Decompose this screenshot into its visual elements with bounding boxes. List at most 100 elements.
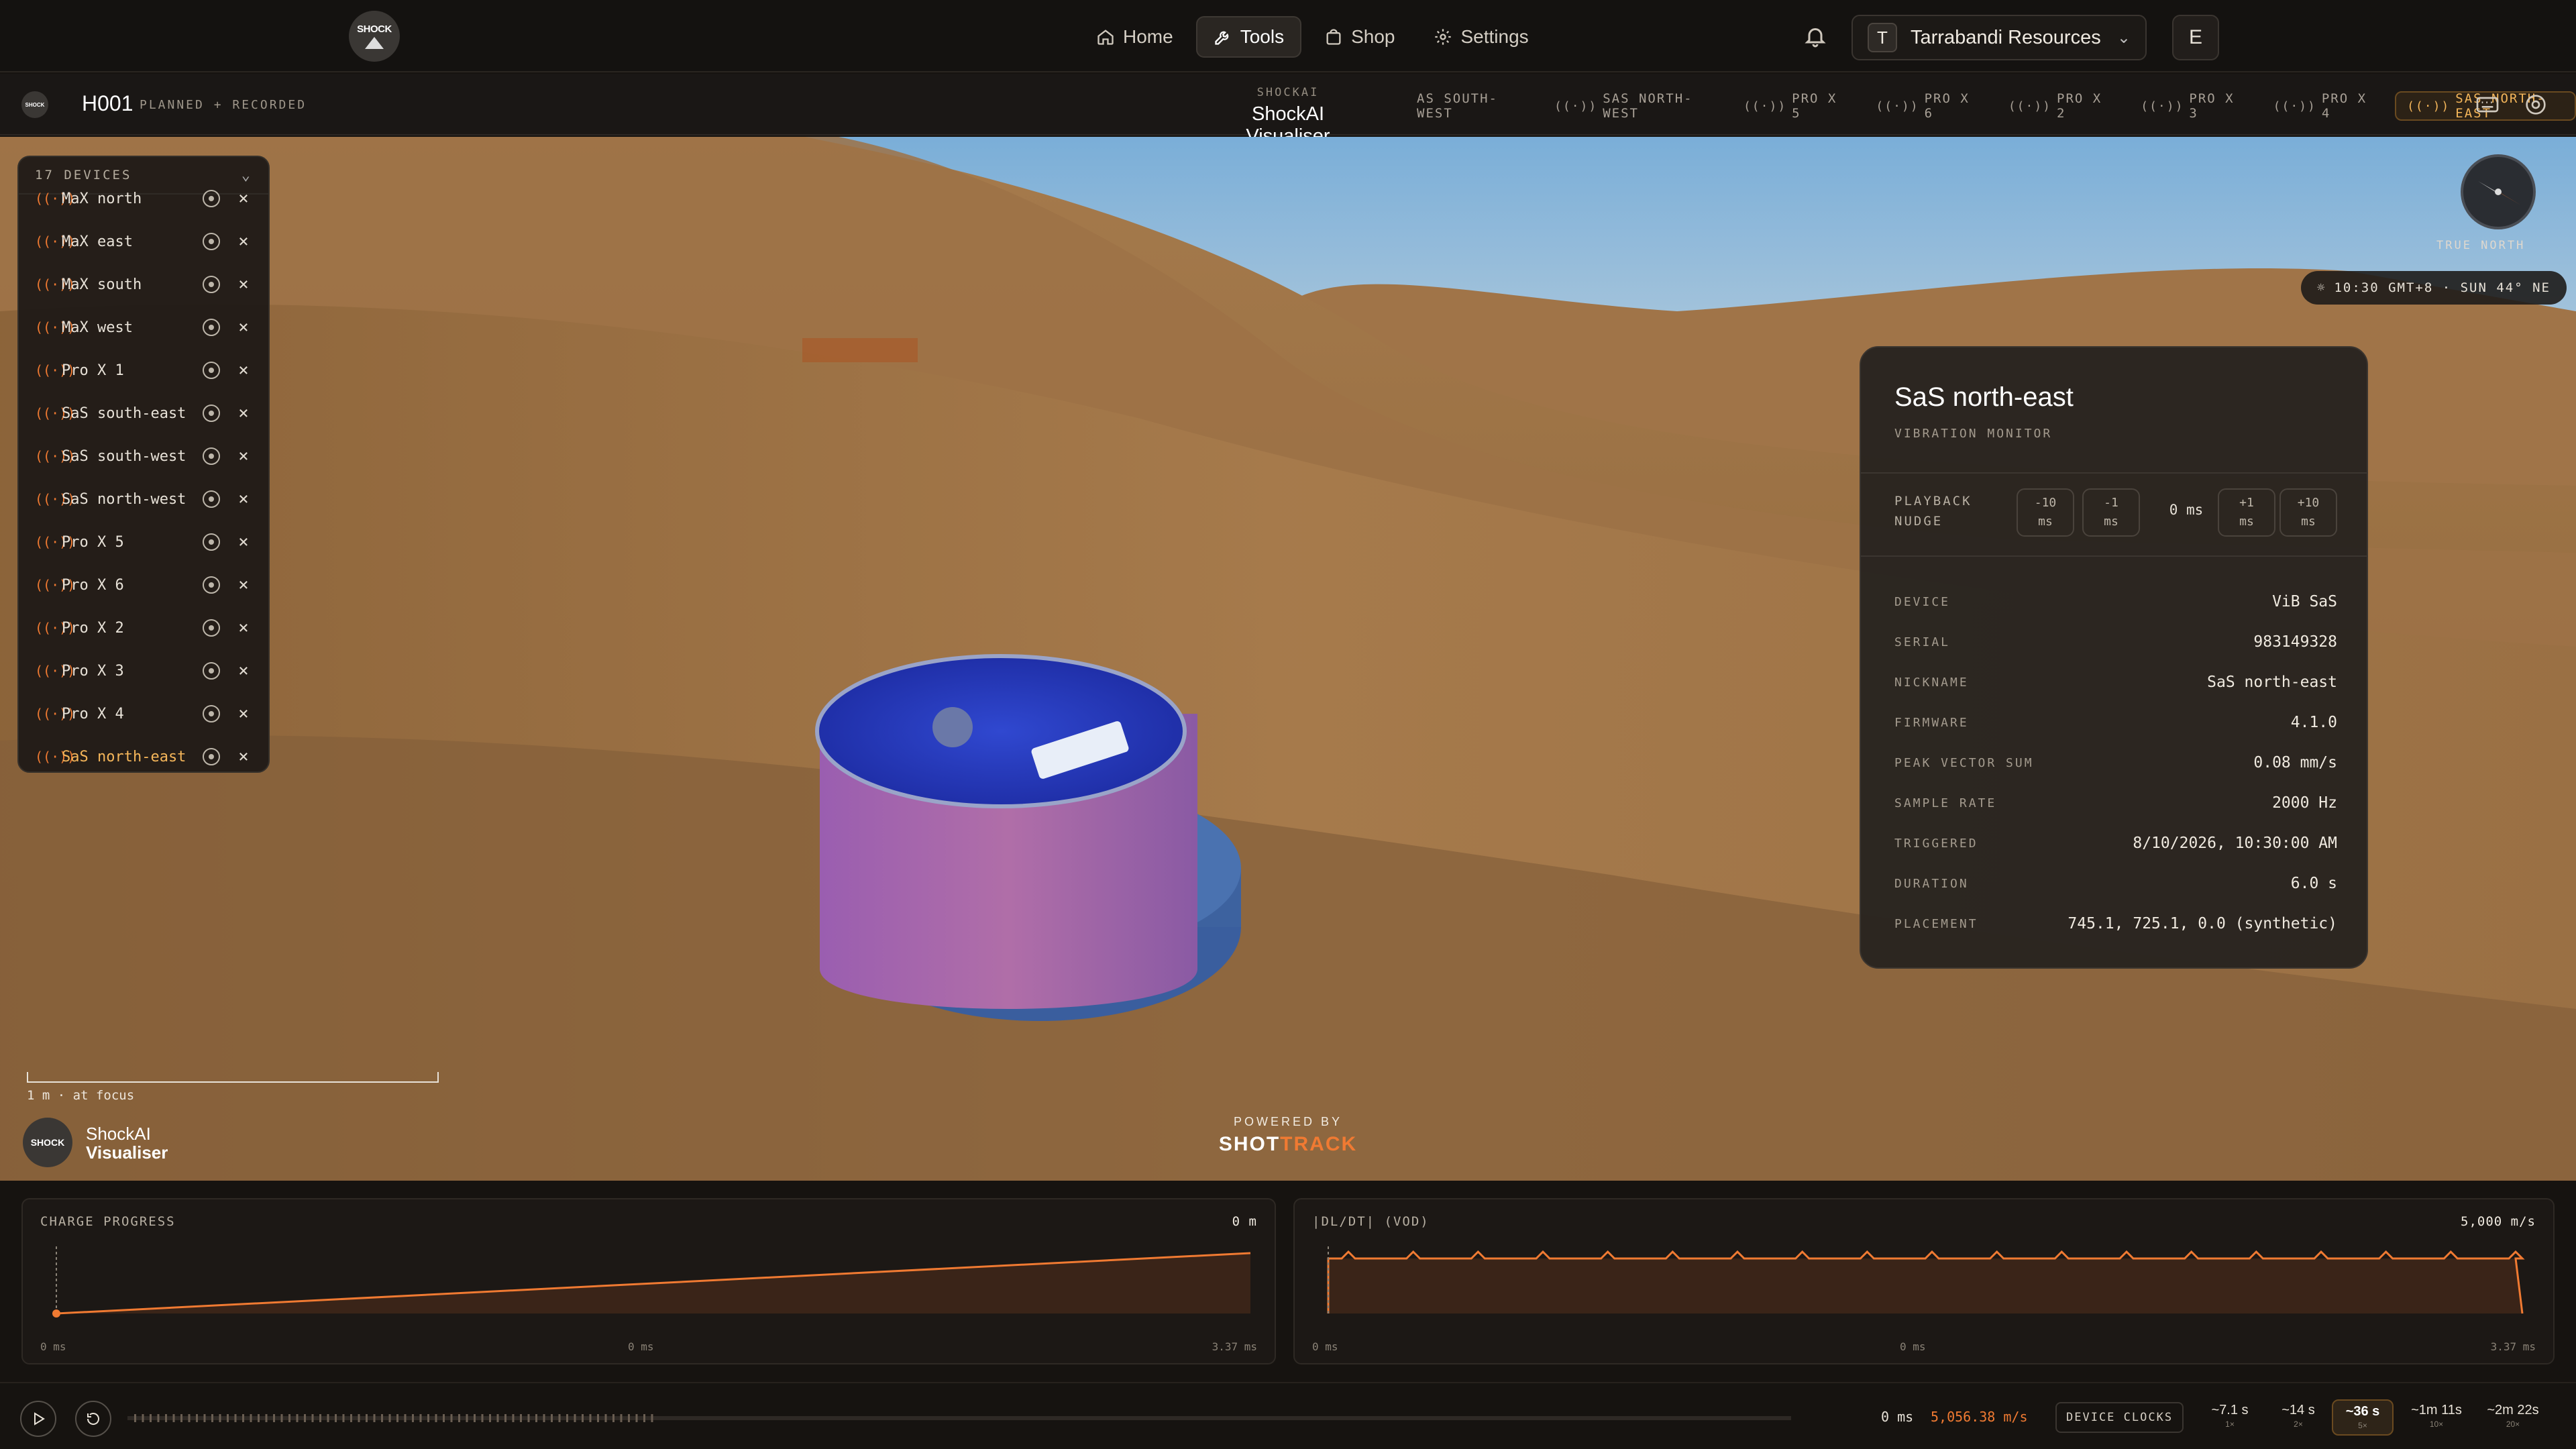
close-icon[interactable]: × bbox=[235, 532, 252, 552]
device-row[interactable]: ((·)) Pro X 3 × bbox=[19, 649, 268, 692]
device-clocks-button[interactable]: DEVICE CLOCKS bbox=[2055, 1402, 2184, 1433]
target-icon[interactable] bbox=[203, 405, 220, 422]
compass-label: TRUE NORTH bbox=[2436, 239, 2526, 252]
target-icon[interactable] bbox=[203, 619, 220, 637]
field-firmware: FIRMWARE 4.1.0 bbox=[1894, 714, 2337, 731]
device-tab[interactable]: ((·)) PRO X 5 bbox=[1733, 91, 1854, 121]
org-switcher[interactable]: T Tarrabandi Resources ⌄ bbox=[1851, 15, 2147, 60]
device-name: Pro X 2 bbox=[62, 619, 124, 637]
device-row[interactable]: ((·)) Pro X 2 × bbox=[19, 606, 268, 649]
speed-option-20x[interactable]: ~2m 22s 20× bbox=[2482, 1399, 2544, 1436]
speed-option-10x[interactable]: ~1m 11s 10× bbox=[2406, 1399, 2467, 1436]
device-row[interactable]: ((·)) Pro X 6 × bbox=[19, 564, 268, 606]
close-icon[interactable]: × bbox=[235, 618, 252, 638]
close-icon[interactable]: × bbox=[235, 446, 252, 466]
target-icon[interactable] bbox=[203, 319, 220, 336]
nudge-plus-1-button[interactable]: +1 ms bbox=[2218, 488, 2275, 537]
nav-shop[interactable]: Shop bbox=[1308, 16, 1411, 58]
tick-label: 0 ms bbox=[1900, 1340, 1926, 1353]
device-row[interactable]: ((·)) SaS south-west × bbox=[19, 435, 268, 478]
device-tab[interactable]: ((·)) PRO X 2 bbox=[1998, 91, 2119, 121]
close-icon[interactable]: × bbox=[235, 661, 252, 681]
device-row[interactable]: ((·)) Pro X 5 × bbox=[19, 521, 268, 564]
shockai-logo: SHOCK bbox=[23, 1118, 72, 1167]
device-row[interactable]: ((·)) MaX north × bbox=[19, 177, 268, 220]
close-icon[interactable]: × bbox=[235, 274, 252, 294]
device-row[interactable]: ((·)) SaS south-east × bbox=[19, 392, 268, 435]
speed-option-1x[interactable]: ~7.1 s 1× bbox=[2199, 1399, 2261, 1436]
nudge-minus-10-button[interactable]: -10 ms bbox=[2017, 488, 2074, 537]
target-icon[interactable] bbox=[203, 447, 220, 465]
close-icon[interactable]: × bbox=[235, 231, 252, 252]
radio-wave-icon: ((·)) bbox=[1743, 99, 1787, 113]
target-icon[interactable] bbox=[203, 233, 220, 250]
timeline-scrubber[interactable] bbox=[127, 1410, 1791, 1426]
nav-settings[interactable]: Settings bbox=[1417, 16, 1544, 58]
device-tab[interactable]: ((·)) PRO X 3 bbox=[2130, 91, 2251, 121]
close-icon[interactable]: × bbox=[235, 189, 252, 209]
close-icon[interactable]: × bbox=[235, 575, 252, 595]
close-icon[interactable]: × bbox=[235, 403, 252, 423]
close-icon[interactable]: × bbox=[235, 704, 252, 724]
speed-option-2x[interactable]: ~14 s 2× bbox=[2267, 1399, 2329, 1436]
shock-logo[interactable]: SHOCK bbox=[349, 11, 400, 62]
nav-tools[interactable]: Tools bbox=[1195, 16, 1302, 58]
device-row[interactable]: ((·)) MaX south × bbox=[19, 263, 268, 306]
close-icon[interactable]: × bbox=[235, 360, 252, 380]
radio-wave-icon: ((·)) bbox=[1876, 99, 1919, 113]
device-row[interactable]: ((·)) Pro X 1 × bbox=[19, 349, 268, 392]
target-icon[interactable] bbox=[203, 190, 220, 207]
target-icon[interactable] bbox=[203, 576, 220, 594]
close-icon[interactable]: × bbox=[235, 489, 252, 509]
keyboard-icon[interactable] bbox=[2474, 91, 2501, 118]
chevron-down-icon: ⌄ bbox=[2116, 28, 2131, 47]
bell-icon[interactable] bbox=[1803, 24, 1827, 48]
nudge-plus-10-button[interactable]: +10 ms bbox=[2279, 488, 2337, 537]
target-icon[interactable] bbox=[203, 533, 220, 551]
charge-progress-chart: CHARGE PROGRESS 0 m 0 ms 0 ms 3.37 ms bbox=[21, 1198, 1276, 1364]
org-name: Tarrabandi Resources bbox=[1911, 26, 2101, 48]
device-row[interactable]: ((·)) Pro X 4 × bbox=[19, 692, 268, 735]
scale-bar bbox=[27, 1072, 439, 1083]
target-icon[interactable] bbox=[203, 362, 220, 379]
tick-label: 0 ms bbox=[628, 1340, 654, 1353]
field-sample-rate: SAMPLE RATE 2000 Hz bbox=[1894, 794, 2337, 812]
home-icon bbox=[1097, 30, 1114, 45]
radio-wave-icon: ((·)) bbox=[35, 491, 76, 507]
play-button[interactable] bbox=[20, 1401, 56, 1437]
device-tab[interactable]: AS SOUTH-WEST bbox=[1406, 91, 1533, 121]
job-status: PLANNED + RECORDED bbox=[140, 98, 307, 112]
target-icon[interactable] bbox=[203, 705, 220, 722]
target-icon[interactable] bbox=[203, 490, 220, 508]
device-row[interactable]: ((·)) MaX east × bbox=[19, 220, 268, 263]
device-tab[interactable]: ((·)) PRO X 4 bbox=[2263, 91, 2384, 121]
radio-wave-icon: ((·)) bbox=[35, 663, 76, 679]
user-avatar-button[interactable]: E bbox=[2172, 15, 2219, 60]
device-row[interactable]: ((·)) SaS north-west × bbox=[19, 478, 268, 521]
radio-wave-icon: ((·)) bbox=[35, 706, 76, 722]
replay-button[interactable] bbox=[75, 1401, 111, 1437]
target-icon[interactable] bbox=[203, 748, 220, 765]
device-tab[interactable]: ((·)) SAS NORTH-WEST bbox=[1544, 91, 1722, 121]
close-icon[interactable]: × bbox=[235, 317, 252, 337]
target-icon[interactable] bbox=[203, 276, 220, 293]
close-icon[interactable]: × bbox=[235, 747, 252, 767]
device-tab[interactable]: ((·)) PRO X 6 bbox=[1865, 91, 1986, 121]
radio-wave-icon: ((·)) bbox=[35, 534, 76, 550]
nav-home[interactable]: Home bbox=[1080, 16, 1189, 58]
radio-wave-icon: ((·)) bbox=[35, 620, 76, 636]
radio-wave-icon: ((·)) bbox=[35, 577, 76, 593]
compass-widget[interactable] bbox=[2461, 154, 2536, 229]
nudge-minus-1-button[interactable]: -1 ms bbox=[2082, 488, 2140, 537]
settings-gear-icon[interactable] bbox=[2522, 91, 2549, 118]
radio-wave-icon: ((·)) bbox=[35, 233, 76, 250]
radio-wave-icon: ((·)) bbox=[2141, 99, 2184, 113]
device-row-active[interactable]: ((·)) SaS north-east × bbox=[19, 735, 268, 771]
card-subtitle: VIBRATION MONITOR bbox=[1894, 427, 2053, 441]
device-row[interactable]: ((·)) MaX west × bbox=[19, 306, 268, 349]
speed-option-5x[interactable]: ~36 s 5× bbox=[2332, 1399, 2394, 1436]
target-icon[interactable] bbox=[203, 662, 220, 680]
field-triggered: TRIGGERED 8/10/2026, 10:30:00 AM bbox=[1894, 835, 2337, 852]
shock-small-logo: SHOCK bbox=[21, 91, 48, 118]
device-info-card: SaS north-east VIBRATION MONITOR PLAYBAC… bbox=[1860, 346, 2368, 969]
